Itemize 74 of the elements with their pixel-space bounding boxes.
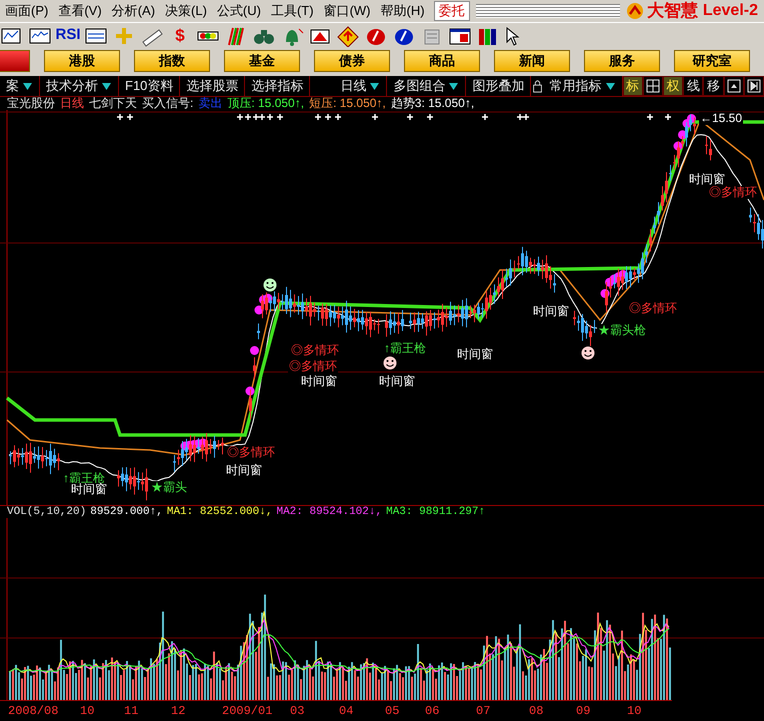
view-button[interactable]: 标: [622, 76, 643, 96]
date-label: 10: [627, 703, 642, 720]
date-label: 04: [339, 703, 354, 720]
logo-text: 大智慧: [646, 0, 698, 22]
indicator-text: 买入信号:: [142, 97, 194, 110]
nav-button[interactable]: 基金: [224, 50, 300, 72]
chart-annotation: ←15.50: [699, 112, 744, 125]
chart-annotation: 时间窗: [532, 305, 570, 318]
volume-text: 89529.000↑,: [90, 506, 163, 518]
menu-item[interactable]: 公式(U): [212, 1, 266, 21]
chart-annotation: ★霸头: [150, 481, 188, 494]
date-label: 08: [529, 703, 544, 720]
chart-annotation: ↑霸王枪: [383, 342, 427, 355]
indicator-text: 顶压: 15.050↑,: [227, 97, 304, 110]
toolbar-button[interactable]: 技术分析: [40, 76, 119, 96]
date-label: 2008/08: [8, 703, 58, 720]
nav-button[interactable]: 新闻: [494, 50, 570, 72]
view-button[interactable]: 权: [662, 76, 684, 96]
chart-annotation: ◎多情环: [290, 344, 340, 357]
chart-annotation: 时间窗: [300, 375, 338, 388]
chart-annotation: 时间窗: [688, 173, 726, 186]
toolbar-button[interactable]: 案: [0, 76, 40, 96]
chart-annotation: 时间窗: [225, 464, 263, 477]
nav-button[interactable]: 港股: [44, 50, 120, 72]
chart-annotation: ★霸头枪: [597, 324, 647, 337]
date-label: 09: [576, 703, 590, 720]
volume-text: MA3: 98911.297↑: [386, 506, 486, 518]
volume-text: MA1: 82552.000↓,: [166, 506, 272, 518]
menu-item[interactable]: 查看(V): [53, 1, 107, 21]
date-label: 07: [476, 703, 490, 720]
nav-button[interactable]: 商品: [404, 50, 480, 72]
chart-annotation: 时间窗: [456, 348, 494, 361]
trade-button[interactable]: 委托: [434, 1, 470, 21]
date-label: 06: [425, 703, 440, 720]
menu-item[interactable]: 帮助(H): [376, 1, 430, 21]
view-button[interactable]: 线: [683, 76, 704, 96]
nav-button[interactable]: 研究室: [674, 50, 750, 72]
toolbar-button[interactable]: 日线: [310, 76, 388, 96]
chart-annotation: ◎多情环: [288, 360, 338, 373]
date-label: 2009/01: [222, 703, 272, 720]
chart-annotation: 时间窗: [70, 483, 108, 496]
date-label: 03: [290, 703, 304, 720]
nav-button[interactable]: 指数: [134, 50, 210, 72]
date-label: 12: [171, 703, 186, 720]
menu-item[interactable]: 分析(A): [106, 1, 160, 21]
edition-label: Level-2: [702, 1, 758, 21]
toolbar-button[interactable]: 选择股票: [180, 76, 246, 96]
menu-item[interactable]: 决策(L): [160, 1, 212, 21]
chart-annotation: ◎多情环: [708, 186, 758, 199]
indicator-text: 卖出: [198, 97, 222, 110]
nav-button[interactable]: 服务: [584, 50, 660, 72]
chart-annotation: ◎多情环: [628, 302, 678, 315]
volume-text: MA2: 89524.102↓,: [276, 506, 382, 518]
toolbar-button[interactable]: F10资料: [119, 76, 180, 96]
toolbar-button[interactable]: 多图组合: [387, 76, 466, 96]
volume-text: VOL(5,10,20): [7, 506, 86, 518]
view-button[interactable]: 移: [703, 76, 724, 96]
indicator-text: 宝光股份: [7, 97, 55, 110]
indicator-text: 日线: [60, 97, 84, 110]
indicator-text: 短压: 15.050↑,: [309, 97, 386, 110]
toolbar-button[interactable]: 图形叠加: [466, 76, 532, 96]
date-label: 05: [385, 703, 400, 720]
date-label: 11: [124, 703, 138, 720]
menu-item[interactable]: 画面(P): [0, 1, 54, 21]
menu-item[interactable]: 工具(T): [266, 1, 319, 21]
chart-annotation: ◎多情环: [226, 446, 276, 459]
date-label: 10: [80, 703, 94, 720]
chart-annotation: 时间窗: [378, 375, 416, 388]
nav-button[interactable]: 债券: [314, 50, 390, 72]
indicator-text: 七剑下天: [89, 97, 137, 110]
rsi-button[interactable]: RSI: [56, 24, 81, 47]
menu-item[interactable]: 窗口(W): [318, 1, 376, 21]
indicator-text: 趋势3: 15.050↑,: [390, 97, 474, 110]
toolbar-button[interactable]: 选择指标: [245, 76, 310, 96]
